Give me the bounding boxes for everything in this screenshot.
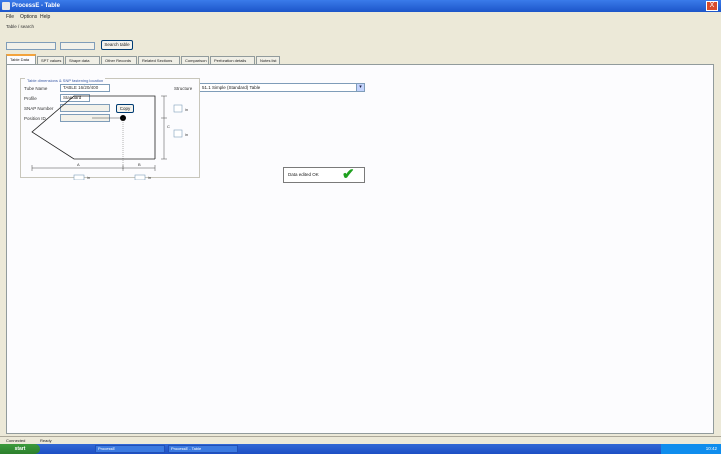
structure-select[interactable]: 51.1 Simple (Standard) Table ▾ — [199, 83, 365, 92]
search-label: Table / search — [6, 24, 35, 29]
dim-input-top — [173, 104, 183, 113]
dim-input-right — [134, 174, 146, 180]
unit-label-top: in — [185, 107, 188, 112]
dim-input-bottom — [173, 129, 183, 138]
data-saved-label: Data edited OK — [288, 172, 319, 177]
search-button[interactable]: Search table — [101, 40, 133, 50]
toolbar-area: Table / search Search table — [0, 22, 721, 54]
start-button[interactable]: start — [0, 444, 40, 454]
taskbar-item-2[interactable]: ProcessE - Table — [168, 445, 238, 453]
structure-select-value: 51.1 Simple (Standard) Table — [202, 85, 261, 90]
search-field-1[interactable] — [6, 42, 56, 50]
title-bar: ProcessE - Table X — [0, 0, 721, 12]
tab-notes-list[interactable]: Notes list — [256, 56, 280, 64]
dim-label-a: A — [77, 162, 80, 167]
tab-related-sections[interactable]: Related Sections — [138, 56, 180, 64]
chevron-down-icon[interactable]: ▾ — [356, 84, 364, 91]
menu-options[interactable]: Options — [20, 14, 37, 20]
search-field-2[interactable] — [60, 42, 95, 50]
dim-input-left — [73, 174, 85, 180]
menu-help[interactable]: Help — [40, 14, 50, 20]
taskbar: start ProcessE ProcessE - Table 10:42 — [0, 444, 721, 454]
status-left: Connected — [6, 438, 26, 443]
taskbar-item-1[interactable]: ProcessE — [95, 445, 165, 453]
groupbox-legend: Table dimensions & SNP fastening locatio… — [25, 78, 106, 83]
tab-perforation-details[interactable]: Perforation details — [210, 56, 255, 64]
data-saved-button[interactable]: Data edited OK ✔ — [283, 166, 365, 183]
window-title: ProcessE - Table — [12, 3, 60, 9]
status-right: Ready — [40, 438, 52, 443]
unit-label-bottom: in — [185, 132, 188, 137]
system-tray-clock: 10:42 — [661, 444, 721, 454]
menu-bar: File Options Help — [0, 12, 721, 22]
menu-file[interactable]: File — [6, 14, 14, 20]
tab-spt-values[interactable]: SPT values — [37, 56, 64, 64]
app-icon — [2, 2, 10, 10]
table-shape-diagram: in in A B C in in — [31, 95, 188, 180]
close-button[interactable]: X — [706, 1, 718, 11]
tab-shape-data[interactable]: Shape data — [65, 56, 100, 64]
tab-other-records[interactable]: Other Records — [101, 56, 137, 64]
dim-label-b: B — [138, 162, 141, 167]
tab-comparison[interactable]: Comparison — [181, 56, 209, 64]
shape-outline — [31, 95, 156, 160]
unit-label-right: in — [148, 175, 151, 180]
dim-label-c: C — [167, 124, 170, 129]
unit-label-left: in — [87, 175, 90, 180]
check-icon: ✔ — [342, 166, 355, 183]
